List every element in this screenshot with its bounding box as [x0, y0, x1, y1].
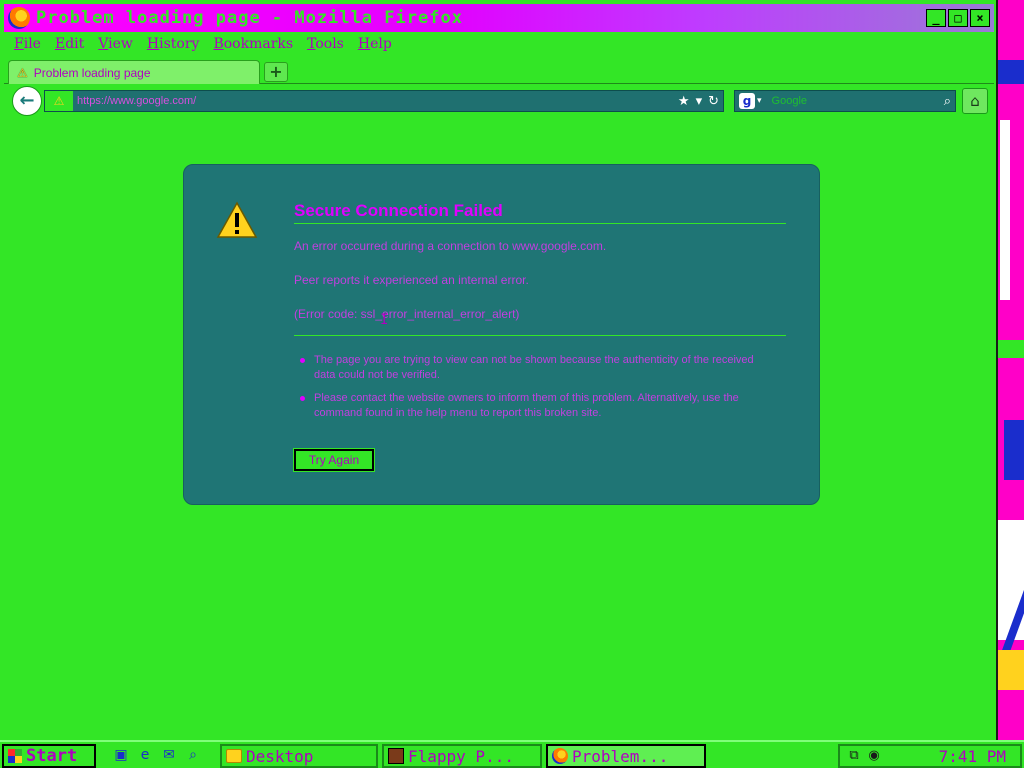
firefox-icon: [8, 7, 30, 29]
browser-window: Problem loading page - Mozilla Firefox _…: [0, 0, 998, 740]
flappy-app-icon: [388, 748, 404, 764]
tab-problem-loading[interactable]: ⚠ Problem loading page: [8, 60, 260, 84]
error-description: An error occurred during a connection to…: [294, 239, 607, 253]
title-bar[interactable]: Problem loading page - Mozilla Firefox _…: [4, 4, 994, 32]
back-button[interactable]: ←: [12, 86, 42, 116]
taskbar: Start ▣ e ✉ ⌕ Desktop Flappy P... Proble…: [0, 740, 1024, 768]
menu-bookmarks[interactable]: Bookmarks: [213, 36, 293, 52]
network-icon[interactable]: ⧉: [846, 748, 862, 764]
show-desktop-icon[interactable]: ▣: [112, 746, 130, 764]
window-title: Problem loading page - Mozilla Firefox: [36, 8, 463, 28]
menu-tools[interactable]: Tools: [307, 36, 344, 52]
error-panel: Secure Connection Failed An error occurr…: [183, 164, 820, 505]
menu-history[interactable]: History: [147, 36, 200, 52]
maximize-button[interactable]: □: [948, 9, 968, 27]
menu-help[interactable]: Help: [358, 36, 392, 52]
error-detail: Peer reports it experienced an internal …: [294, 273, 529, 287]
error-code: (Error code: ssl_error_internal_error_al…: [294, 307, 520, 321]
divider: [294, 335, 786, 336]
menu-view[interactable]: View: [98, 36, 133, 52]
internet-explorer-icon[interactable]: e: [136, 746, 154, 764]
tab-strip: ⚠ Problem loading page +: [4, 58, 994, 84]
menu-edit[interactable]: Edit: [55, 36, 84, 52]
taskbar-item-firefox[interactable]: Problem...: [546, 744, 706, 768]
try-again-button[interactable]: Try Again: [293, 448, 375, 472]
outlook-icon[interactable]: ✉: [160, 746, 178, 764]
search-icon[interactable]: ⌕: [184, 746, 202, 764]
warning-icon: [216, 201, 258, 238]
site-identity-warning-icon[interactable]: ⚠: [45, 91, 73, 111]
firefox-icon: [552, 748, 568, 764]
text-cursor-icon: I: [380, 312, 389, 328]
start-label: Start: [26, 746, 78, 766]
list-item: Please contact the website owners to inf…: [298, 391, 758, 421]
menu-bar: File Edit View History Bookmarks Tools H…: [4, 32, 994, 56]
close-button[interactable]: ×: [970, 9, 990, 27]
bookmark-star-icon[interactable]: ★: [678, 94, 690, 109]
home-button[interactable]: ⌂: [962, 88, 988, 114]
search-magnifier-icon[interactable]: ⌕: [944, 94, 951, 109]
clock[interactable]: 7:41 PM: [939, 747, 1006, 766]
warning-icon: ⚠: [17, 65, 28, 80]
history-dropdown-icon[interactable]: ▾: [696, 94, 703, 109]
url-input[interactable]: https://www.google.com/: [73, 95, 678, 107]
new-tab-button[interactable]: +: [264, 62, 288, 82]
taskbar-item-desktop[interactable]: Desktop: [220, 744, 378, 768]
minimize-button[interactable]: _: [926, 9, 946, 27]
folder-icon: [226, 749, 242, 763]
google-engine-icon[interactable]: g: [739, 93, 755, 109]
window-controls: _ □ ×: [926, 9, 990, 27]
task-label: Flappy P...: [408, 746, 514, 766]
start-button[interactable]: Start: [2, 744, 96, 768]
taskbar-item-flappy[interactable]: Flappy P...: [382, 744, 542, 768]
system-tray: ⧉ ◉ 7:41 PM: [838, 744, 1022, 768]
quick-launch: ▣ e ✉ ⌕: [112, 746, 202, 766]
desktop-wallpaper: [996, 0, 1024, 740]
url-bar[interactable]: ⚠ https://www.google.com/ ★ ▾ ↻: [44, 90, 724, 112]
volume-icon[interactable]: ◉: [866, 748, 882, 764]
error-title: Secure Connection Failed: [294, 201, 786, 224]
search-input[interactable]: Google: [772, 95, 944, 107]
reload-icon[interactable]: ↻: [708, 94, 719, 109]
engine-dropdown-icon[interactable]: ▾: [757, 96, 762, 106]
task-label: Problem...: [572, 746, 669, 766]
search-bar[interactable]: g ▾ Google ⌕: [734, 90, 956, 112]
tab-label: Problem loading page: [33, 65, 151, 80]
task-label: Desktop: [246, 746, 314, 766]
windows-logo-icon: [8, 749, 22, 763]
list-item: The page you are trying to view can not …: [298, 353, 758, 383]
error-suggestions: The page you are trying to view can not …: [298, 353, 758, 429]
navigation-bar: ← ⚠ https://www.google.com/ ★ ▾ ↻ g ▾ Go…: [4, 86, 994, 116]
menu-file[interactable]: File: [14, 36, 41, 52]
